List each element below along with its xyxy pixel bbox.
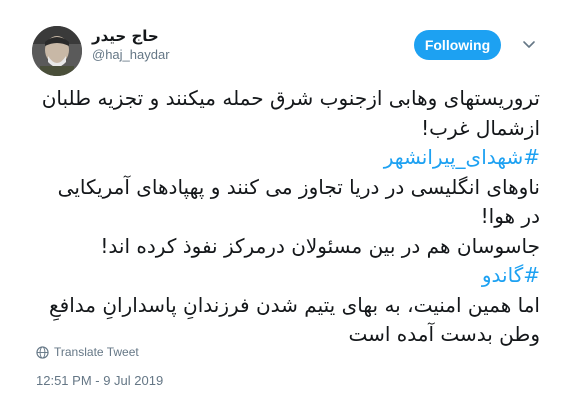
tweet-line: در هوا! bbox=[480, 204, 540, 228]
tweet-line: اما همین امنیت، به بهای یتیم شدن فرزندان… bbox=[48, 292, 540, 317]
avatar[interactable] bbox=[32, 26, 82, 76]
avatar-image bbox=[32, 26, 82, 76]
chevron-down-icon[interactable] bbox=[521, 36, 537, 52]
tweet-header: حاج حیدر @haj_haydar Following bbox=[0, 0, 566, 76]
tweet-line: ناوهای انگلیسی در دریا تجاوز می کنند و پ… bbox=[57, 174, 540, 199]
tweet-line: ازشمال غرب! bbox=[421, 115, 540, 140]
tweet-line: جاسوسان هم در بین مسئولان درمرکز نفوذ کر… bbox=[100, 233, 540, 258]
author-name[interactable]: حاج حیدر bbox=[92, 27, 159, 45]
tweet-timestamp[interactable]: 12:51 PM - 9 Jul 2019 bbox=[36, 373, 163, 388]
author-handle[interactable]: @haj_haydar bbox=[92, 47, 170, 62]
translate-tweet-link[interactable]: Translate Tweet bbox=[36, 344, 139, 360]
hashtag-link[interactable]: #شهدای_پیرانشهر bbox=[60, 143, 540, 173]
translate-tweet-label: Translate Tweet bbox=[54, 345, 139, 359]
following-button[interactable]: Following bbox=[414, 30, 501, 60]
tweet-text: تروریستهای وهابی ازجنوب شرق حمله میکنند … bbox=[41, 84, 540, 350]
hashtag-link[interactable]: #گاندو bbox=[60, 261, 540, 291]
tweet-line: تروریستهای وهابی ازجنوب شرق حمله میکنند … bbox=[41, 86, 540, 110]
globe-icon bbox=[36, 345, 49, 359]
